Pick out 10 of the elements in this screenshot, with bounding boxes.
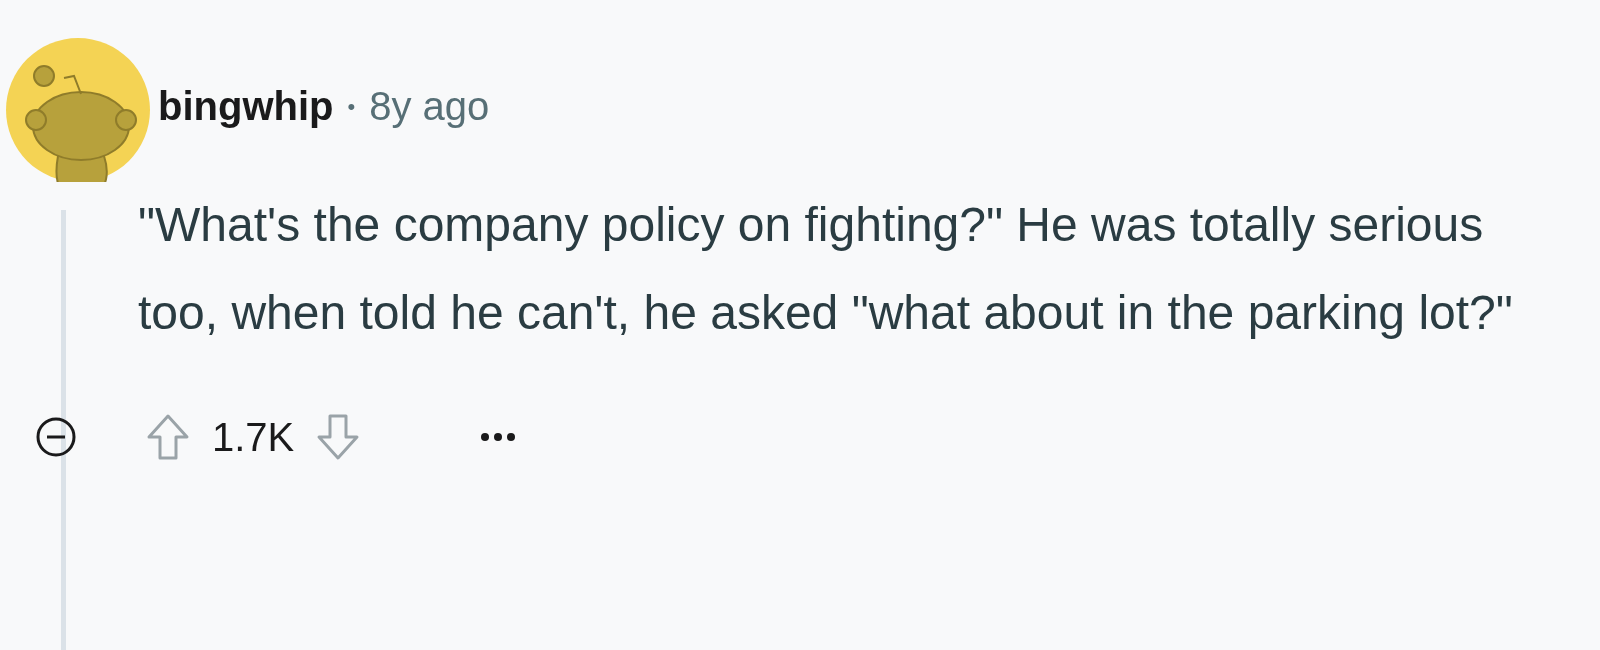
timestamp: 8y ago: [369, 84, 490, 129]
more-options-icon[interactable]: [480, 432, 517, 442]
downvote-icon[interactable]: [316, 413, 361, 461]
collapse-icon[interactable]: [36, 417, 76, 457]
vote-count: 1.7K: [212, 414, 295, 460]
username[interactable]: bingwhip: [158, 84, 334, 129]
avatar[interactable]: [6, 38, 150, 182]
comment-text: "What's the company policy on fighting?" He was totally serious too, when told he can't, he asked "what about in the parking lot?": [138, 197, 1514, 341]
separator-dot: •: [347, 93, 356, 120]
upvote-icon[interactable]: [146, 413, 190, 461]
